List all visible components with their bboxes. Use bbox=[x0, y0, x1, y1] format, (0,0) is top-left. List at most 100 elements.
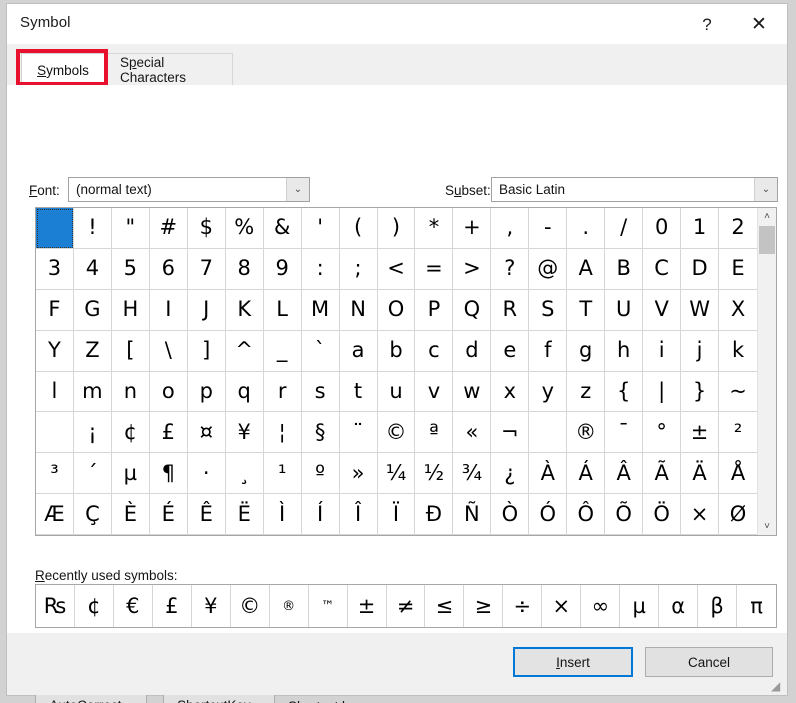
font-dropdown[interactable]: (normal text) ⌄ bbox=[68, 177, 310, 202]
symbol-cell[interactable]: § bbox=[301, 412, 340, 454]
symbol-cell[interactable]: £ bbox=[149, 412, 188, 454]
symbol-cell[interactable]: . bbox=[567, 208, 606, 249]
symbol-cell[interactable]: O bbox=[377, 289, 416, 331]
symbol-cell[interactable]: c bbox=[415, 330, 454, 372]
symbol-cell[interactable]: { bbox=[605, 371, 644, 413]
symbol-cell[interactable]: * bbox=[415, 208, 454, 249]
symbol-cell[interactable]: ? bbox=[491, 248, 530, 290]
symbol-cell[interactable]: ¸ bbox=[225, 453, 264, 495]
symbol-cell[interactable]: @ bbox=[529, 248, 568, 290]
symbol-cell[interactable] bbox=[36, 208, 74, 249]
symbol-cell[interactable]: " bbox=[111, 208, 150, 249]
symbol-cell[interactable]: R bbox=[491, 289, 530, 331]
symbol-cell[interactable]: L bbox=[263, 289, 302, 331]
symbol-cell[interactable]: Q bbox=[453, 289, 492, 331]
symbol-cell[interactable]: Ê bbox=[187, 494, 226, 535]
tab-symbols[interactable]: Symbols bbox=[21, 53, 105, 86]
recent-symbol-cell[interactable]: ≥ bbox=[464, 585, 504, 627]
symbol-cell[interactable]: , bbox=[491, 208, 530, 249]
symbol-cell[interactable]: ¤ bbox=[187, 412, 226, 454]
symbol-cell[interactable]: G bbox=[73, 289, 112, 331]
symbol-cell[interactable]: = bbox=[415, 248, 454, 290]
symbol-cell[interactable]: E bbox=[719, 249, 757, 290]
symbol-cell[interactable]: Ä bbox=[681, 453, 720, 495]
symbol-cell[interactable]: ® bbox=[567, 412, 606, 454]
symbol-cell[interactable]: C bbox=[643, 248, 682, 290]
recent-symbol-cell[interactable]: ± bbox=[348, 585, 387, 627]
recent-symbol-cell[interactable]: £ bbox=[153, 585, 192, 627]
symbol-cell[interactable]: s bbox=[301, 371, 340, 413]
recent-symbol-cell[interactable]: π bbox=[737, 585, 776, 627]
symbol-cell[interactable]: × bbox=[681, 494, 720, 535]
symbol-cell[interactable]: d bbox=[453, 330, 492, 372]
tab-special-characters[interactable]: Special Characters bbox=[105, 53, 233, 85]
recent-symbol-cell[interactable]: € bbox=[114, 585, 153, 627]
symbol-cell[interactable]: 7 bbox=[187, 248, 226, 290]
symbol-cell[interactable]: w bbox=[453, 371, 492, 413]
recent-symbol-cell[interactable]: × bbox=[542, 585, 582, 627]
symbol-cell[interactable]: ¶ bbox=[149, 453, 188, 495]
symbol-cell[interactable]: P bbox=[415, 289, 454, 331]
symbol-cell[interactable]: Õ bbox=[605, 494, 644, 535]
symbol-cell[interactable]: i bbox=[643, 330, 682, 372]
symbol-cell[interactable]: W bbox=[681, 289, 720, 331]
symbol-cell[interactable]: j bbox=[681, 330, 720, 372]
symbol-cell[interactable]: N bbox=[339, 289, 378, 331]
symbol-cell[interactable]: | bbox=[643, 371, 682, 413]
symbol-cell[interactable]: Á bbox=[567, 453, 606, 495]
symbol-cell[interactable]: ª bbox=[415, 412, 454, 454]
symbol-cell[interactable]: ' bbox=[301, 208, 340, 249]
symbol-cell[interactable]: ( bbox=[339, 208, 378, 249]
symbol-cell[interactable]: # bbox=[149, 208, 188, 249]
recent-symbol-cell[interactable]: ≠ bbox=[387, 585, 426, 627]
close-button[interactable]: ✕ bbox=[736, 4, 782, 44]
symbol-cell[interactable]: v bbox=[415, 371, 454, 413]
symbol-cell[interactable]: 0 bbox=[643, 208, 682, 249]
symbol-cell[interactable]: } bbox=[681, 371, 720, 413]
scroll-up-arrow-icon[interactable]: ˄ bbox=[758, 208, 776, 225]
symbol-cell[interactable]: ± bbox=[681, 412, 720, 454]
symbol-cell[interactable]: ; bbox=[339, 248, 378, 290]
symbol-cell[interactable]: © bbox=[377, 412, 416, 454]
symbol-cell[interactable]: _ bbox=[263, 330, 302, 372]
symbol-cell[interactable]: + bbox=[453, 208, 492, 249]
symbol-cell[interactable]: 4 bbox=[73, 248, 112, 290]
symbol-cell[interactable]: m bbox=[73, 371, 112, 413]
symbol-cell[interactable]: Ë bbox=[225, 494, 264, 535]
symbol-grid[interactable]: ! " # $% & '() * +, -./0 1 2 3 4 5 6 7 8 9:; < = >? @ A B C D E F G H… bbox=[36, 208, 757, 535]
symbol-cell[interactable]: ¥ bbox=[225, 412, 264, 454]
symbol-cell[interactable]: & bbox=[263, 208, 302, 249]
symbol-cell[interactable]: À bbox=[529, 453, 568, 495]
symbol-cell[interactable]: Å bbox=[719, 453, 757, 495]
symbol-cell[interactable]: y bbox=[529, 371, 568, 413]
symbol-cell[interactable]: ¢ bbox=[111, 412, 150, 454]
symbol-cell[interactable]: D bbox=[681, 248, 720, 290]
help-button[interactable]: ? bbox=[684, 4, 730, 44]
symbol-grid-scrollbar[interactable]: ˄ ˅ bbox=[757, 208, 776, 535]
symbol-cell[interactable]: n bbox=[111, 371, 150, 413]
symbol-cell[interactable]: Ï bbox=[377, 494, 416, 535]
symbol-cell[interactable]: U bbox=[605, 289, 644, 331]
symbol-cell[interactable]: Ó bbox=[529, 494, 568, 535]
symbol-cell[interactable]: ´ bbox=[73, 453, 112, 495]
symbol-cell[interactable]: J bbox=[187, 289, 226, 331]
insert-button[interactable]: Insert bbox=[513, 647, 633, 677]
symbol-cell[interactable]: 2 bbox=[719, 208, 757, 249]
symbol-cell[interactable]: ½ bbox=[415, 453, 454, 495]
symbol-cell[interactable]: t bbox=[339, 371, 378, 413]
symbol-cell[interactable]: I bbox=[149, 289, 188, 331]
symbol-cell[interactable]: ` bbox=[301, 330, 340, 372]
symbol-cell[interactable]: r bbox=[263, 371, 302, 413]
symbol-cell[interactable]: K bbox=[225, 289, 264, 331]
symbol-cell[interactable]: 8 bbox=[225, 248, 264, 290]
symbol-cell[interactable]: g bbox=[567, 330, 606, 372]
symbol-cell[interactable]: F bbox=[36, 289, 74, 331]
symbol-cell[interactable]: z bbox=[567, 371, 606, 413]
recent-symbol-cell[interactable]: ÷ bbox=[503, 585, 543, 627]
symbol-cell[interactable]: V bbox=[643, 289, 682, 331]
recent-symbol-cell[interactable]: µ bbox=[620, 585, 660, 627]
symbol-cell[interactable]: 1 bbox=[681, 208, 720, 249]
recent-symbol-cell[interactable]: ¥ bbox=[192, 585, 231, 627]
symbol-cell[interactable]: µ bbox=[111, 453, 150, 495]
cancel-button[interactable]: Cancel bbox=[645, 647, 773, 677]
